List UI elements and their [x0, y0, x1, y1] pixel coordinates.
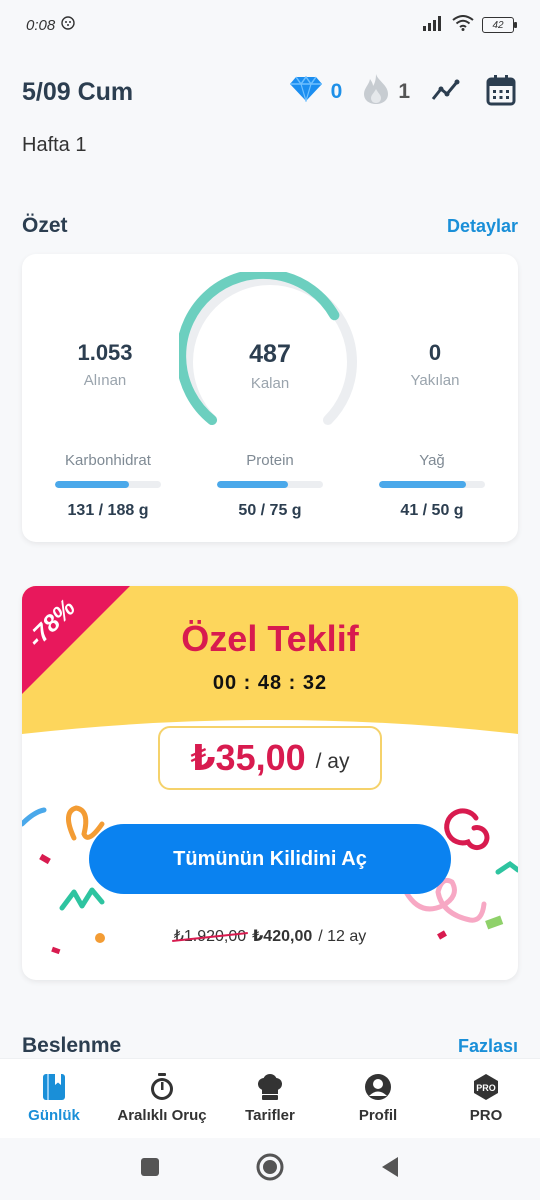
- unlock-all-button[interactable]: Tümünün Kilidini Aç: [89, 824, 451, 894]
- status-time: 0:08: [26, 16, 56, 34]
- nav-label: Günlük: [28, 1107, 80, 1124]
- macro-protein: Protein 50 / 75 g: [210, 452, 330, 520]
- macro-progress-fill: [55, 481, 130, 488]
- yearly-period: / 12 ay: [318, 928, 367, 945]
- streak-count: 1: [398, 80, 410, 103]
- trend-chart-button[interactable]: [430, 75, 464, 109]
- back-button[interactable]: [380, 1156, 400, 1183]
- flame-icon: [362, 73, 390, 111]
- macro-value: 41 / 50 g: [400, 502, 464, 519]
- profile-icon: [364, 1073, 392, 1101]
- signal-icon: [422, 15, 444, 35]
- date-title[interactable]: 5/09 Cum: [22, 78, 133, 107]
- offer-title: Özel Teklif: [181, 618, 359, 659]
- nav-label: Aralıklı Oruç: [117, 1107, 207, 1124]
- macro-value: 50 / 75 g: [238, 502, 302, 519]
- wifi-icon: [452, 15, 474, 35]
- old-price: ₺1.920,00: [173, 928, 247, 945]
- offer-pricing-footer: ₺1.920,00 ₺420,00 / 12 ay: [22, 926, 518, 946]
- macro-progress-fill: [379, 481, 466, 488]
- remaining-value: 487: [249, 340, 291, 368]
- chef-hat-icon: [256, 1073, 284, 1101]
- macro-progress-bar: [379, 481, 485, 488]
- pro-badge-icon: PRO: [472, 1073, 500, 1101]
- macro-progress-bar: [55, 481, 161, 488]
- nav-daily[interactable]: Günlük: [0, 1059, 108, 1138]
- macro-carbs: Karbonhidrat 131 / 188 g: [48, 452, 168, 520]
- offer-countdown: 00 : 48 : 32: [212, 672, 328, 694]
- stopwatch-icon: [148, 1073, 176, 1101]
- week-label: Hafta 1: [22, 134, 87, 156]
- macro-fat: Yağ 41 / 50 g: [372, 452, 492, 520]
- burned-value: 0: [428, 340, 442, 365]
- burned-stat: 0 Yakılan: [375, 340, 495, 389]
- nav-pro[interactable]: PRO PRO: [432, 1059, 540, 1138]
- nutrition-header: Beslenme Fazlası: [22, 1034, 518, 1058]
- macro-label: Karbonhidrat: [65, 452, 151, 469]
- monthly-price: ₺35,00: [190, 737, 306, 778]
- eaten-value: 1.053: [77, 340, 133, 365]
- trend-chart-icon: [431, 77, 463, 108]
- diamond-icon: [289, 75, 323, 108]
- journal-icon: [40, 1073, 68, 1101]
- calendar-button[interactable]: [484, 74, 518, 111]
- streak-counter[interactable]: 1: [362, 73, 410, 111]
- price-box: ₺35,00 / ay: [158, 726, 382, 790]
- nav-label: PRO: [469, 1107, 503, 1124]
- bottom-navigation: Günlük Aralıklı Oruç Tarifler Profil PRO…: [0, 1058, 540, 1138]
- yearly-price: ₺420,00: [252, 928, 313, 945]
- nav-profile[interactable]: Profil: [324, 1059, 432, 1138]
- nav-recipes[interactable]: Tarifler: [216, 1059, 324, 1138]
- calendar-icon: [486, 74, 516, 111]
- gems-counter[interactable]: 0: [289, 75, 343, 108]
- header: 5/09 Cum 0 1: [22, 70, 518, 114]
- macro-progress-fill: [217, 481, 289, 488]
- macro-label: Yağ: [419, 452, 445, 469]
- remaining-label: Kalan: [250, 375, 290, 392]
- eaten-label: Alınan: [83, 372, 127, 389]
- summary-title: Özet: [22, 214, 68, 237]
- nav-label: Tarifler: [245, 1107, 295, 1124]
- burned-label: Yakılan: [410, 372, 460, 389]
- details-link[interactable]: Detaylar: [447, 216, 518, 237]
- summary-card[interactable]: 1.053 Alınan 487 Kalan 0 Yakılan Karbonh…: [22, 254, 518, 542]
- system-navigation-bar: [0, 1138, 540, 1200]
- nutrition-title: Beslenme: [22, 1034, 122, 1057]
- recents-button[interactable]: [140, 1157, 160, 1182]
- nav-label: Profil: [358, 1107, 398, 1124]
- app-notification-icon: [61, 16, 75, 34]
- macro-progress-bar: [217, 481, 323, 488]
- special-offer-card[interactable]: -78% Özel Teklif 00 : 48 : 32 ₺35,00 / a…: [22, 586, 518, 980]
- remaining-stat: 487 Kalan: [210, 340, 330, 392]
- macro-value: 131 / 188 g: [67, 502, 149, 519]
- battery-icon: 42: [482, 17, 517, 33]
- more-link[interactable]: Fazlası: [458, 1036, 518, 1057]
- eaten-stat: 1.053 Alınan: [45, 340, 165, 389]
- svg-text:PRO: PRO: [476, 1083, 496, 1093]
- nav-fasting[interactable]: Aralıklı Oruç: [108, 1059, 216, 1138]
- status-bar: 0:08 42: [0, 0, 540, 50]
- summary-header: Özet Detaylar: [22, 214, 518, 238]
- macro-label: Protein: [246, 452, 294, 469]
- price-period: / ay: [315, 750, 350, 773]
- gems-count: 0: [330, 80, 343, 103]
- battery-level: 42: [492, 19, 504, 31]
- home-button[interactable]: [256, 1153, 284, 1186]
